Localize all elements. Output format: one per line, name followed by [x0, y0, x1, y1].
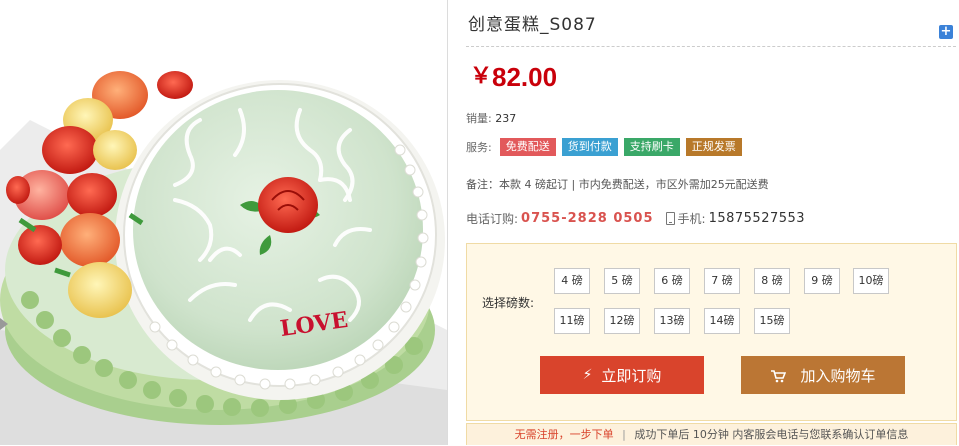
image-divider — [447, 0, 448, 445]
product-info-panel: 创意蛋糕_S087 + ￥82.00 销量: 237 服务: 免费配送 货到付款… — [466, 0, 959, 445]
size-option-6[interactable]: 6 磅 — [654, 268, 690, 294]
confirm-note: 成功下单后 10分钟 内客服会电话与您联系确认订单信息 — [634, 428, 909, 441]
service-tag-cod: 货到付款 — [561, 138, 618, 156]
mobile-number[interactable]: 15875527553 — [709, 211, 805, 226]
service-tag-invoice: 正规发票 — [685, 138, 742, 156]
size-option-10[interactable]: 10磅 — [853, 268, 889, 294]
size-option-13[interactable]: 13磅 — [654, 308, 690, 334]
title-divider — [466, 46, 956, 47]
service-tag-free-delivery: 免费配送 — [499, 138, 556, 156]
phone-row: 电话订购: 0755-2828 0505 手机: 15875527553 — [466, 210, 805, 227]
size-selector: 选择磅数: 4 磅 5 磅 6 磅 7 磅 8 磅 9 磅 10磅 11磅 12… — [466, 243, 957, 421]
size-option-5[interactable]: 5 磅 — [604, 268, 640, 294]
phone-number[interactable]: 0755-2828 0505 — [521, 211, 653, 226]
size-option-4[interactable]: 4 磅 — [554, 268, 590, 294]
size-option-8[interactable]: 8 磅 — [754, 268, 790, 294]
product-title: 创意蛋糕_S087 — [468, 15, 597, 35]
size-option-15[interactable]: 15磅 — [754, 308, 790, 334]
phone-label: 电话订购: — [466, 212, 519, 226]
footer-separator: | — [622, 428, 626, 441]
size-option-11[interactable]: 11磅 — [554, 308, 590, 334]
size-option-12[interactable]: 12磅 — [604, 308, 640, 334]
price-currency: ￥ — [470, 64, 493, 89]
size-option-9[interactable]: 9 磅 — [804, 268, 840, 294]
size-selector-label: 选择磅数: — [482, 296, 535, 310]
sales-label: 销量: — [466, 112, 492, 125]
add-to-cart-button[interactable]: 加入购物车 — [741, 356, 905, 394]
service-tag-card: 支持刷卡 — [623, 138, 680, 156]
no-register-note: 无需注册，一步下单 — [514, 428, 614, 441]
product-image: LOVE — [0, 0, 447, 445]
sales-row: 销量: 237 — [466, 110, 516, 126]
mobile-phone-icon — [665, 212, 675, 225]
lightning-icon: ⚡ — [582, 367, 593, 383]
mobile-label: 手机: — [677, 212, 706, 226]
services-row: 服务: 免费配送 货到付款 支持刷卡 正规发票 — [466, 138, 748, 156]
expand-icon[interactable]: + — [939, 25, 953, 39]
price: ￥82.00 — [470, 58, 557, 93]
order-now-button[interactable]: ⚡ 立即订购 — [540, 356, 704, 394]
order-note: 备注：本款 4 磅起订 | 市内免费配送，市区外需加25元配送费 — [466, 178, 769, 191]
sales-value: 237 — [495, 112, 517, 125]
cake-illustration: LOVE — [0, 71, 447, 445]
order-now-label: 立即订购 — [601, 366, 662, 385]
price-value: 82.00 — [492, 62, 558, 92]
order-info-bar: 无需注册，一步下单 | 成功下单后 10分钟 内客服会电话与您联系确认订单信息 — [466, 423, 957, 445]
size-option-7[interactable]: 7 磅 — [704, 268, 740, 294]
size-option-14[interactable]: 14磅 — [704, 308, 740, 334]
add-to-cart-label: 加入购物车 — [800, 366, 876, 385]
cart-icon — [770, 369, 787, 383]
services-label: 服务: — [466, 141, 492, 154]
